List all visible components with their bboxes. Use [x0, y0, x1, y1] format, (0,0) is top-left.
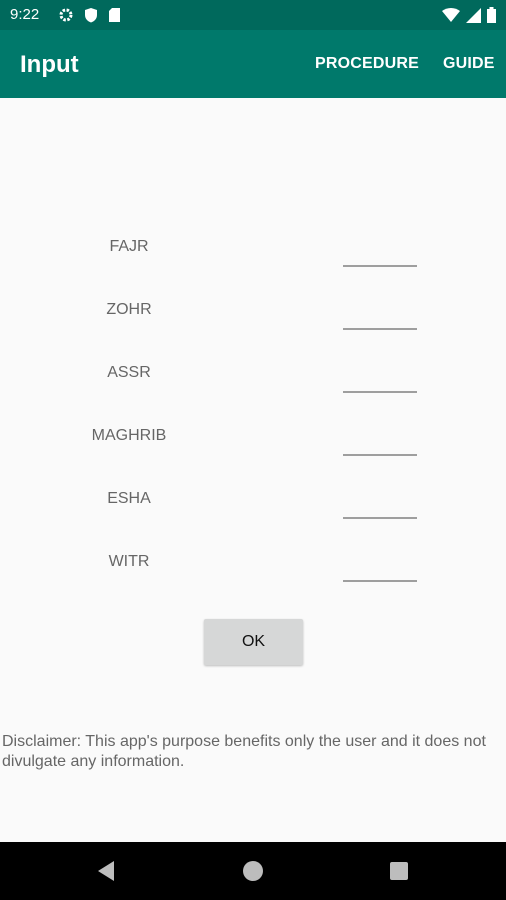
back-icon[interactable] [96, 860, 116, 887]
esha-input[interactable] [343, 487, 417, 519]
page-title: Input [20, 51, 79, 78]
signal-icon [466, 7, 481, 28]
witr-input[interactable] [343, 550, 417, 582]
guide-button[interactable]: GUIDE [443, 55, 495, 73]
gear-icon [58, 7, 74, 28]
witr-label: WITR [108, 553, 150, 570]
maghrib-input[interactable] [343, 424, 417, 456]
disclaimer-text: Disclaimer: This app's purpose benefits … [2, 733, 486, 770]
navigation-bar [0, 842, 506, 900]
maghrib-label: MAGHRIB [91, 427, 167, 444]
procedure-button[interactable]: PROCEDURE [315, 55, 419, 73]
sd-card-icon [108, 7, 121, 28]
status-bar: 9:22 [0, 0, 506, 30]
fajr-label: FAJR [109, 238, 149, 255]
wifi-icon [442, 7, 460, 28]
assr-label: ASSR [107, 364, 151, 381]
assr-input[interactable] [343, 361, 417, 393]
home-icon[interactable] [242, 860, 264, 887]
battery-icon [487, 7, 496, 28]
ok-button[interactable]: OK [204, 619, 303, 665]
zohr-input[interactable] [343, 298, 417, 330]
shield-icon [84, 7, 98, 28]
recents-icon[interactable] [390, 862, 408, 885]
app-bar: Input PROCEDURE GUIDE [0, 30, 506, 98]
zohr-label: ZOHR [106, 301, 152, 318]
esha-label: ESHA [107, 490, 151, 507]
status-time: 9:22 [10, 6, 40, 23]
fajr-input[interactable] [343, 235, 417, 267]
